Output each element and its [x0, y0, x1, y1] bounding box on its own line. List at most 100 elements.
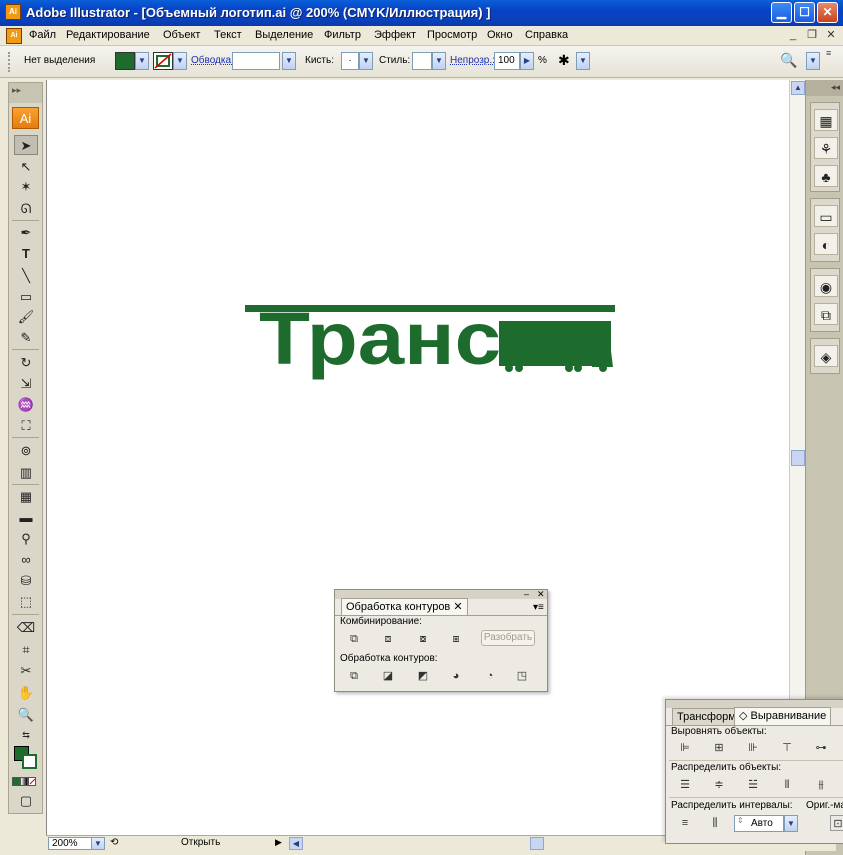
magic-wand-tool-icon[interactable]: ✶ — [14, 177, 38, 197]
add-to-shape-icon[interactable]: ⧉ — [345, 631, 363, 647]
swatches-panel-icon[interactable]: ▦ — [814, 109, 838, 131]
blend-tool-icon[interactable]: ∞ — [14, 550, 38, 570]
zoom-tool-icon[interactable]: 🔍 — [14, 705, 38, 725]
pencil-tool-icon[interactable]: ✎ — [14, 328, 38, 348]
align-top-icon[interactable]: ⊤ — [778, 740, 796, 756]
distribute-horizontal-center-icon[interactable]: ⫵ — [812, 777, 830, 793]
rectangle-tool-icon[interactable]: ▭ — [14, 287, 38, 307]
scroll-left-icon[interactable]: ◀ — [289, 837, 303, 850]
transparency-panel-icon[interactable]: ◐ — [814, 233, 838, 255]
stroke-panel-icon[interactable]: ▭ — [814, 205, 838, 227]
paintbrush-tool-icon[interactable]: 🖌 — [14, 307, 38, 327]
opacity-label[interactable]: Непрозр.: — [450, 55, 495, 66]
menu-type[interactable]: Текст — [214, 29, 242, 41]
toolbox-collapse-icon[interactable]: ▸▸ — [9, 83, 42, 103]
toolbox-stroke-swatch[interactable] — [22, 754, 37, 769]
appearance-panel-icon[interactable]: ◉ — [814, 275, 838, 297]
maximize-button[interactable]: ☐ — [794, 2, 815, 23]
subtract-from-shape-icon[interactable]: ⧈ — [379, 631, 397, 647]
minus-back-icon[interactable]: ◳ — [513, 668, 531, 684]
divide-icon[interactable]: ⧉ — [345, 668, 363, 684]
scroll-thumb[interactable] — [791, 450, 805, 466]
dock-expand-icon[interactable]: ◂◂ — [806, 80, 843, 96]
distribute-horizontal-space-icon[interactable]: ⫼ — [706, 815, 724, 831]
bridge-icon[interactable]: 🔍 — [780, 52, 797, 69]
menu-view[interactable]: Просмотр — [427, 29, 477, 41]
control-bar-menu-icon[interactable]: ≡ — [826, 48, 831, 58]
distribute-bottom-icon[interactable]: ☱ — [744, 777, 762, 793]
zoom-field[interactable]: 200% — [48, 837, 92, 850]
doc-close-icon[interactable]: ✕ — [824, 28, 838, 42]
align-left-icon[interactable]: ⊫ — [676, 740, 694, 756]
status-icon[interactable]: ⟲ — [110, 837, 118, 848]
distribute-vertical-center-icon[interactable]: ≑ — [710, 777, 728, 793]
tab-align[interactable]: ◇ Выравнивание — [734, 707, 832, 725]
color-mode-icons[interactable] — [12, 777, 40, 787]
stroke-swatch[interactable] — [153, 52, 173, 70]
rotate-tool-icon[interactable]: ↻ — [14, 353, 38, 373]
menu-select[interactable]: Выделение — [255, 29, 313, 41]
tab-transform[interactable]: Трансформ — [672, 708, 736, 725]
stroke-weight-dropdown[interactable]: ▼ — [282, 52, 296, 70]
align-vertical-center-icon[interactable]: ⊶ — [812, 740, 830, 756]
style-field[interactable] — [412, 52, 432, 70]
workspace-dropdown[interactable]: ▼ — [806, 52, 820, 70]
crop-icon[interactable]: ◕ — [447, 668, 465, 684]
intersect-shape-icon[interactable]: ⧇ — [414, 631, 432, 647]
outline-icon[interactable]: ◔ — [481, 668, 499, 684]
swap-fill-stroke-icon[interactable]: ⇆ — [14, 725, 38, 745]
doc-minimize-icon[interactable]: _ — [786, 28, 800, 42]
screen-mode-icon[interactable]: ▢ — [14, 791, 38, 811]
symbols-panel-icon[interactable]: ♣ — [814, 165, 838, 187]
trim-icon[interactable]: ◪ — [379, 668, 397, 684]
brushes-panel-icon[interactable]: ⚘ — [814, 137, 838, 159]
spacing-dropdown[interactable]: ▼ — [784, 815, 798, 832]
column-graph-tool-icon[interactable]: ▥ — [14, 463, 38, 483]
distribute-top-icon[interactable]: ☰ — [676, 777, 694, 793]
eraser-tool-icon[interactable]: ⌫ — [14, 618, 38, 638]
stroke-weight-field[interactable] — [232, 52, 280, 70]
document-icon[interactable]: Ai — [6, 28, 22, 44]
type-tool-icon[interactable]: T — [14, 244, 38, 264]
spacing-stepper-icon[interactable]: ⇕ — [737, 816, 744, 825]
recolor-dropdown[interactable]: ▼ — [576, 52, 590, 70]
line-tool-icon[interactable]: ╲ — [14, 266, 38, 286]
minimize-button[interactable]: ▁ — [771, 2, 792, 23]
status-text[interactable]: Открыть — [181, 837, 220, 848]
scroll-up-icon[interactable]: ▲ — [791, 81, 805, 95]
align-horizontal-center-icon[interactable]: ⊞ — [710, 740, 728, 756]
recolor-icon[interactable]: ✱ — [558, 52, 570, 69]
opacity-field[interactable]: 100 — [494, 52, 520, 70]
opacity-dropdown[interactable]: ▶ — [520, 52, 534, 70]
live-paint-selection-tool-icon[interactable]: ⬚ — [14, 592, 38, 612]
menu-object[interactable]: Объект — [163, 29, 200, 41]
menu-edit[interactable]: Редактирование — [66, 29, 150, 41]
graphic-styles-panel-icon[interactable]: ⧉ — [814, 303, 838, 325]
stroke-dropdown[interactable]: ▼ — [173, 52, 187, 70]
exclude-overlap-icon[interactable]: ⧆ — [447, 631, 465, 647]
status-menu-arrow-icon[interactable]: ▶ — [275, 837, 282, 848]
direct-selection-tool-icon[interactable]: ↖ — [14, 157, 38, 177]
menu-effect[interactable]: Эффект — [374, 29, 416, 41]
symbol-sprayer-tool-icon[interactable]: ⊚ — [14, 441, 38, 461]
live-paint-bucket-tool-icon[interactable]: ⛁ — [14, 571, 38, 591]
pen-tool-icon[interactable]: ✒ — [14, 223, 38, 243]
warp-tool-icon[interactable]: ♒ — [14, 395, 38, 415]
scissors-tool-icon[interactable]: ✂ — [14, 661, 38, 681]
lasso-tool-icon[interactable]: ᘏ — [14, 199, 38, 219]
align-to-key-object-icon[interactable]: ⊡ — [830, 815, 843, 831]
free-transform-tool-icon[interactable]: ⛶ — [14, 416, 38, 436]
brush-field[interactable]: · — [341, 52, 359, 70]
gradient-tool-icon[interactable]: ▬ — [14, 508, 38, 528]
layers-panel-icon[interactable]: ◈ — [814, 345, 838, 367]
tab-close-icon[interactable]: ✕ — [453, 601, 462, 613]
close-button[interactable]: ✕ — [817, 2, 838, 23]
panel-minimize-icon[interactable]: ‒ — [524, 589, 529, 599]
menu-filter[interactable]: Фильтр — [324, 29, 361, 41]
mesh-tool-icon[interactable]: ▦ — [14, 487, 38, 507]
doc-restore-icon[interactable]: ❐ — [805, 28, 819, 42]
brush-dropdown[interactable]: ▼ — [359, 52, 373, 70]
fill-swatch[interactable] — [115, 52, 135, 70]
align-right-icon[interactable]: ⊪ — [744, 740, 762, 756]
stroke-label[interactable]: Обводка: — [191, 55, 234, 66]
